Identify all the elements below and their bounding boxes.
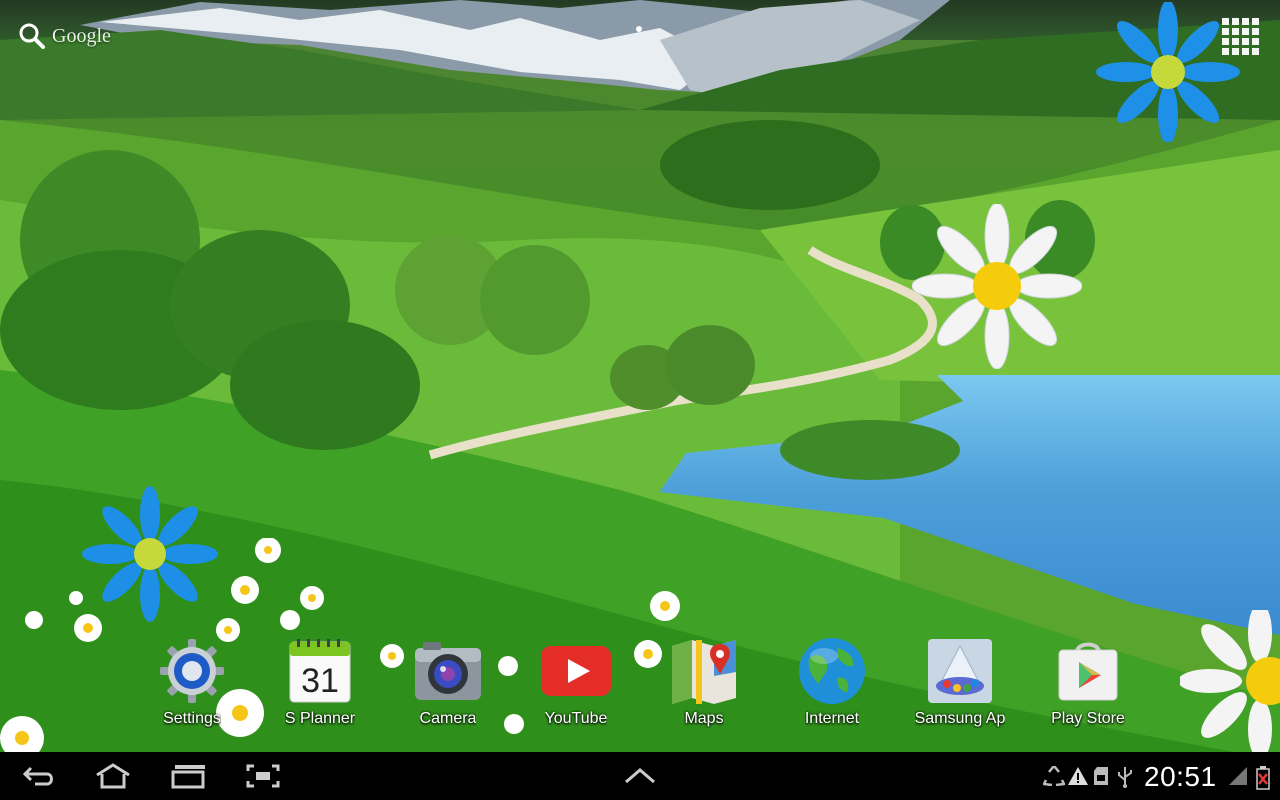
wallpaper-tree [230, 320, 420, 450]
chevron-up-icon [625, 768, 655, 784]
recent-apps-button[interactable] [164, 760, 214, 792]
expand-button[interactable] [615, 760, 665, 792]
app-label: Play Store [1051, 710, 1125, 727]
globe-icon [795, 636, 869, 706]
calendar-day: 31 [301, 662, 339, 700]
camera-icon [411, 636, 485, 706]
samsung-apps-icon [923, 636, 997, 706]
app-label: Camera [419, 710, 477, 727]
wallpaper-tree [480, 245, 590, 355]
search-icon [19, 23, 45, 49]
home-icon [96, 763, 130, 789]
app-label: S Planner [284, 710, 356, 727]
app-camera[interactable]: Camera [392, 636, 504, 736]
battery-icon [1256, 766, 1270, 790]
google-search-bar[interactable]: Google [18, 22, 111, 50]
screenshot-button[interactable] [238, 760, 288, 792]
settings-gear-icon [155, 636, 229, 706]
sd-card-icon [1094, 767, 1108, 785]
app-settings[interactable]: Settings [136, 636, 248, 736]
app-s-planner[interactable]: 31 S Planner [264, 636, 376, 736]
back-icon [22, 766, 53, 786]
play-store-icon [1051, 636, 1125, 706]
app-samsung-apps[interactable]: Samsung Ap [904, 636, 1016, 736]
app-label: Maps [684, 710, 724, 727]
wallpaper-tree [665, 325, 755, 405]
app-internet[interactable]: Internet [776, 636, 888, 736]
warning-icon [1068, 767, 1088, 785]
white-daisy-flower [1180, 610, 1280, 752]
recent-apps-icon [171, 765, 205, 789]
white-daisy-flower [912, 204, 1082, 369]
maps-icon [667, 636, 741, 706]
app-maps[interactable]: Maps [648, 636, 760, 736]
status-clock: 20:51 [1144, 761, 1217, 792]
app-play-store[interactable]: Play Store [1032, 636, 1144, 736]
apps-grid-icon [1221, 17, 1229, 25]
apps-button[interactable] [1220, 16, 1260, 56]
app-label: Internet [804, 710, 860, 727]
wallpaper-tree [780, 420, 960, 480]
home-button[interactable] [88, 760, 138, 792]
page-indicator [636, 26, 642, 32]
back-button[interactable] [14, 760, 64, 792]
recycle-icon [1043, 766, 1065, 786]
screenshot-icon [246, 764, 280, 788]
usb-icon [1118, 767, 1132, 788]
wallpaper-tree [660, 120, 880, 210]
youtube-icon [539, 636, 613, 706]
app-label: Samsung Ap [914, 710, 1006, 727]
system-bar: 20:51 [0, 752, 1280, 800]
app-label: Settings [163, 710, 221, 727]
search-label: Google [52, 24, 111, 47]
signal-icon [1229, 767, 1247, 785]
calendar-icon: 31 [283, 636, 357, 706]
home-screen: Google Settings 31 S Planner Camera YouT… [0, 0, 1280, 800]
app-label: YouTube [544, 710, 608, 727]
app-youtube[interactable]: YouTube [520, 636, 632, 736]
